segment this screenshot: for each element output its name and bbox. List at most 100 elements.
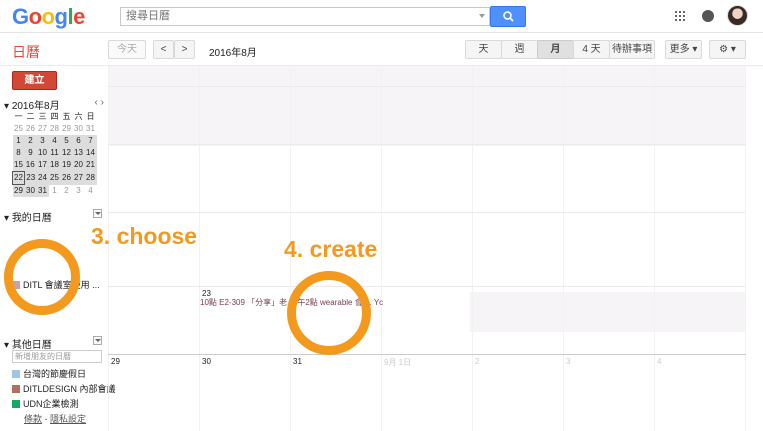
month-grid[interactable]: 23 29 30 31 9月 1日 2 3 4 10點 E2-309 「分享」老… bbox=[108, 66, 746, 431]
prev-button[interactable]: < bbox=[153, 40, 174, 59]
mini-calendar-day[interactable]: 26 bbox=[25, 123, 37, 135]
faded-week-rows bbox=[108, 66, 746, 146]
my-calendars-menu-icon[interactable] bbox=[93, 209, 102, 218]
mini-calendar-collapse-icon[interactable]: ▾ bbox=[4, 101, 12, 112]
terms-link[interactable]: 條款 bbox=[24, 414, 42, 424]
mini-calendar-day[interactable]: 27 bbox=[72, 171, 85, 185]
choose-highlight-circle bbox=[4, 239, 80, 315]
mini-calendar-day[interactable]: 6 bbox=[72, 135, 85, 147]
mini-calendar-day[interactable]: 29 bbox=[61, 123, 73, 135]
mini-calendar-day[interactable]: 3 bbox=[36, 135, 49, 147]
privacy-link[interactable]: 隱私設定 bbox=[50, 414, 86, 424]
mini-calendar-weekday: 三 bbox=[38, 112, 47, 121]
mini-calendar-weekday: 二 bbox=[26, 112, 35, 121]
mini-calendar-day[interactable]: 29 bbox=[12, 184, 25, 197]
mini-calendar-day[interactable]: 3 bbox=[73, 185, 85, 198]
calendar-item-label: UDN企業檢測 bbox=[23, 399, 79, 409]
mini-calendar-day[interactable]: 1 bbox=[12, 135, 25, 147]
mini-calendar-day[interactable]: 7 bbox=[84, 135, 97, 147]
mini-calendar-weekday: 四 bbox=[50, 112, 59, 121]
sidebar-footer: 條款 - 隱私設定 bbox=[24, 412, 86, 425]
day-number-29[interactable]: 29 bbox=[111, 357, 120, 366]
add-friend-calendar-input[interactable]: 新增朋友的日曆 bbox=[12, 350, 102, 363]
logo-letter: o bbox=[41, 4, 55, 29]
mini-calendar-day[interactable]: 28 bbox=[84, 171, 97, 185]
mini-calendar-day[interactable]: 24 bbox=[36, 171, 49, 185]
mini-calendar-day[interactable]: 30 bbox=[73, 123, 85, 135]
view-month-button[interactable]: 月 bbox=[537, 40, 574, 59]
view-week-button[interactable]: 週 bbox=[501, 40, 538, 59]
view-agenda-button[interactable]: 待辦事項 bbox=[609, 40, 655, 59]
mini-calendar-day[interactable]: 4 bbox=[48, 135, 61, 147]
search-input[interactable]: 搜尋日曆 bbox=[120, 7, 490, 26]
mini-calendar-day[interactable]: 31 bbox=[36, 184, 49, 197]
day-number-sep-2[interactable]: 2 bbox=[475, 357, 479, 366]
faded-event-band bbox=[470, 292, 746, 332]
mini-calendar-day[interactable]: 4 bbox=[85, 185, 97, 198]
footer-separator: - bbox=[42, 414, 51, 424]
mini-calendar-day[interactable]: 30 bbox=[24, 184, 37, 197]
mini-calendar-day[interactable]: 23 bbox=[24, 171, 37, 185]
calendar-item-udn[interactable]: UDN企業檢測 bbox=[12, 397, 79, 410]
mini-calendar-day[interactable]: 2 bbox=[61, 185, 73, 198]
mini-calendar-day[interactable]: 5 bbox=[60, 135, 73, 147]
mini-calendar-day[interactable]: 1 bbox=[49, 185, 61, 198]
mini-calendar-day[interactable]: 27 bbox=[37, 123, 49, 135]
notifications-icon[interactable] bbox=[702, 10, 714, 22]
day-number-sep-1[interactable]: 9月 1日 bbox=[384, 357, 411, 368]
mini-calendar-day[interactable]: 25 bbox=[48, 171, 61, 185]
friend-input-placeholder: 新增朋友的日曆 bbox=[15, 352, 71, 361]
view-4day-button[interactable]: 4 天 bbox=[573, 40, 610, 59]
mini-calendar-day[interactable]: 20 bbox=[72, 159, 85, 172]
mini-calendar-day[interactable]: 12 bbox=[60, 147, 73, 159]
my-calendars-header[interactable]: ▾ 我的日曆 bbox=[4, 209, 52, 224]
create-button[interactable]: 建立 bbox=[12, 71, 57, 90]
mini-calendar-day[interactable]: 18 bbox=[48, 159, 61, 172]
mini-calendar-day[interactable]: 2 bbox=[24, 135, 37, 147]
day-number-30[interactable]: 30 bbox=[202, 357, 211, 366]
apps-grid-icon[interactable] bbox=[675, 11, 685, 21]
day-number-sep-3[interactable]: 3 bbox=[566, 357, 570, 366]
mini-calendar-day[interactable]: 22 bbox=[12, 171, 25, 185]
other-calendars-menu-icon[interactable] bbox=[93, 336, 102, 345]
mini-calendar-day[interactable]: 13 bbox=[72, 147, 85, 159]
mini-calendar-day[interactable]: 11 bbox=[48, 147, 61, 159]
settings-button[interactable]: ⚙ ▾ bbox=[709, 40, 746, 59]
calendar-color-swatch bbox=[12, 370, 20, 378]
logo-letter: G bbox=[12, 4, 29, 29]
search-button[interactable] bbox=[490, 6, 526, 27]
mini-calendar-day[interactable]: 19 bbox=[60, 159, 73, 172]
mini-calendar-day[interactable]: 17 bbox=[36, 159, 49, 172]
more-button[interactable]: 更多 ▾ bbox=[665, 40, 702, 59]
mini-calendar-day[interactable]: 16 bbox=[24, 159, 37, 172]
today-button[interactable]: 今天 bbox=[108, 40, 146, 59]
mini-calendar-weekday: 六 bbox=[74, 112, 83, 121]
mini-calendar-day[interactable]: 31 bbox=[85, 123, 97, 135]
mini-calendar-day[interactable]: 15 bbox=[12, 159, 25, 172]
mini-calendar-nav[interactable]: ‹ › bbox=[95, 97, 104, 108]
calendar-item-holidays[interactable]: 台灣的節慶假日 bbox=[12, 367, 86, 380]
logo-letter: o bbox=[28, 4, 42, 29]
create-annotation: 4. create bbox=[284, 236, 378, 262]
mini-calendar-day[interactable]: 8 bbox=[12, 147, 25, 159]
view-day-button[interactable]: 天 bbox=[465, 40, 502, 59]
mini-calendar-day[interactable]: 21 bbox=[84, 159, 97, 172]
mini-calendar-day[interactable]: 14 bbox=[84, 147, 97, 159]
google-logo[interactable]: Google bbox=[12, 4, 85, 30]
next-button[interactable]: > bbox=[174, 40, 195, 59]
logo-letter: e bbox=[73, 4, 85, 29]
mini-calendar-day[interactable]: 25 bbox=[13, 123, 25, 135]
search-options-icon[interactable] bbox=[479, 14, 485, 18]
mini-calendar-weekday: 日 bbox=[86, 112, 95, 121]
mini-calendar-day[interactable]: 28 bbox=[49, 123, 61, 135]
avatar[interactable] bbox=[727, 5, 748, 26]
other-calendars-header[interactable]: ▾ 其他日曆 bbox=[4, 336, 52, 351]
choose-annotation: 3. choose bbox=[91, 223, 198, 249]
day-number-sep-4[interactable]: 4 bbox=[657, 357, 661, 366]
day-number-31[interactable]: 31 bbox=[293, 357, 302, 366]
mini-calendar-day[interactable]: 26 bbox=[60, 171, 73, 185]
mini-calendar-day[interactable]: 10 bbox=[36, 147, 49, 159]
calendar-item-ditldesign[interactable]: DITLDESIGN 內部會議 bbox=[12, 382, 116, 395]
top-bar: Google 搜尋日曆 bbox=[0, 0, 763, 33]
mini-calendar-day[interactable]: 9 bbox=[24, 147, 37, 159]
